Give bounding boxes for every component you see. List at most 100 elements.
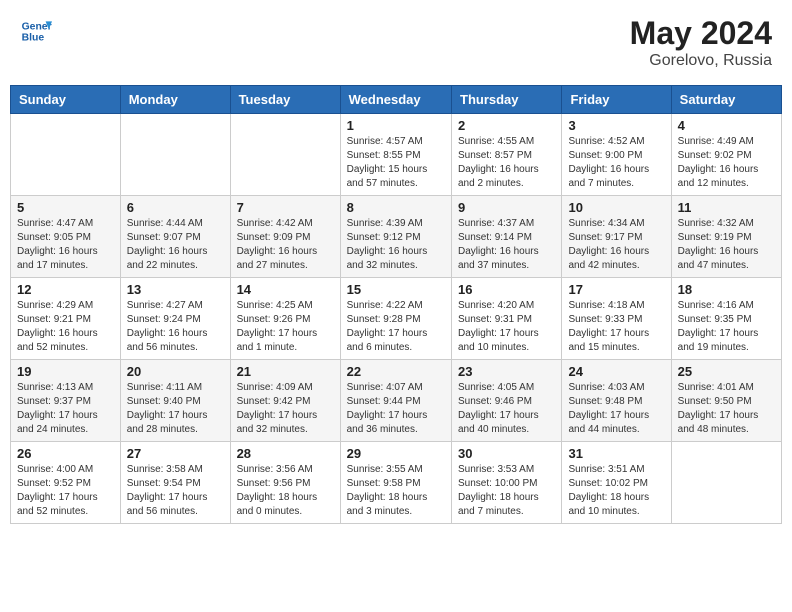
- calendar-day-cell: 12 Sunrise: 4:29 AM Sunset: 9:21 PM Dayli…: [11, 278, 121, 360]
- day-info: Sunrise: 3:51 AM Sunset: 10:02 PM Daylig…: [568, 463, 664, 519]
- calendar-day-cell: 20Sunrise: 4:11 AM Sunset: 9:40 PM Dayli…: [120, 360, 230, 442]
- calendar-day-cell: 4 Sunrise: 4:49 AM Sunset: 9:02 PM Daylig…: [671, 114, 781, 196]
- day-of-week-header: Saturday: [671, 86, 781, 114]
- calendar-day-cell: 31 Sunrise: 3:51 AM Sunset: 10:02 PM Dayl…: [562, 442, 671, 524]
- calendar-day-cell: 7Sunrise: 4:42 AM Sunset: 9:09 PM Daylig…: [230, 196, 340, 278]
- location-subtitle: Gorelovo, Russia: [630, 52, 772, 70]
- day-number: 14: [237, 282, 334, 297]
- day-number: 30: [458, 446, 555, 461]
- day-number: 26: [17, 446, 114, 461]
- logo-icon: General Blue: [20, 15, 52, 47]
- day-info: Sunrise: 4:47 AM Sunset: 9:05 PM Dayligh…: [17, 217, 114, 273]
- day-number: 18: [678, 282, 775, 297]
- calendar-day-cell: 21 Sunrise: 4:09 AM Sunset: 9:42 PM Dayli…: [230, 360, 340, 442]
- day-number: 16: [458, 282, 555, 297]
- calendar-day-cell: 29Sunrise: 3:55 AM Sunset: 9:58 PM Dayli…: [340, 442, 451, 524]
- day-info: Sunrise: 4:20 AM Sunset: 9:31 PM Dayligh…: [458, 299, 555, 355]
- day-of-week-header: Thursday: [452, 86, 562, 114]
- day-info: Sunrise: 4:01 AM Sunset: 9:50 PM Dayligh…: [678, 381, 775, 437]
- calendar-day-cell: 9 Sunrise: 4:37 AM Sunset: 9:14 PM Daylig…: [452, 196, 562, 278]
- day-info: Sunrise: 3:56 AM Sunset: 9:56 PM Dayligh…: [237, 463, 334, 519]
- logo: General Blue: [20, 15, 52, 47]
- day-number: 2: [458, 118, 555, 133]
- calendar-day-cell: 26 Sunrise: 4:00 AM Sunset: 9:52 PM Dayli…: [11, 442, 121, 524]
- day-info: Sunrise: 3:55 AM Sunset: 9:58 PM Dayligh…: [347, 463, 445, 519]
- day-info: Sunrise: 4:32 AM Sunset: 9:19 PM Dayligh…: [678, 217, 775, 273]
- day-info: Sunrise: 3:58 AM Sunset: 9:54 PM Dayligh…: [127, 463, 224, 519]
- day-info: Sunrise: 4:13 AM Sunset: 9:37 PM Dayligh…: [17, 381, 114, 437]
- day-info: Sunrise: 4:18 AM Sunset: 9:33 PM Dayligh…: [568, 299, 664, 355]
- page-header: General Blue May 2024 Gorelovo, Russia: [10, 10, 782, 75]
- day-info: Sunrise: 3:53 AM Sunset: 10:00 PM Daylig…: [458, 463, 555, 519]
- calendar-week-row: 19 Sunrise: 4:13 AM Sunset: 9:37 PM Dayli…: [11, 360, 782, 442]
- day-info: Sunrise: 4:29 AM Sunset: 9:21 PM Dayligh…: [17, 299, 114, 355]
- day-info: Sunrise: 4:27 AM Sunset: 9:24 PM Dayligh…: [127, 299, 224, 355]
- day-info: Sunrise: 4:16 AM Sunset: 9:35 PM Dayligh…: [678, 299, 775, 355]
- day-number: 10: [568, 200, 664, 215]
- calendar-day-cell: 10 Sunrise: 4:34 AM Sunset: 9:17 PM Dayli…: [562, 196, 671, 278]
- calendar-week-row: 26 Sunrise: 4:00 AM Sunset: 9:52 PM Dayli…: [11, 442, 782, 524]
- day-info: Sunrise: 4:09 AM Sunset: 9:42 PM Dayligh…: [237, 381, 334, 437]
- calendar-day-cell: 24 Sunrise: 4:03 AM Sunset: 9:48 PM Dayli…: [562, 360, 671, 442]
- calendar-week-row: 1Sunrise: 4:57 AM Sunset: 8:55 PM Daylig…: [11, 114, 782, 196]
- calendar-day-cell: 27 Sunrise: 3:58 AM Sunset: 9:54 PM Dayli…: [120, 442, 230, 524]
- calendar-day-cell: 8 Sunrise: 4:39 AM Sunset: 9:12 PM Daylig…: [340, 196, 451, 278]
- day-info: Sunrise: 4:37 AM Sunset: 9:14 PM Dayligh…: [458, 217, 555, 273]
- day-of-week-header: Sunday: [11, 86, 121, 114]
- day-number: 4: [678, 118, 775, 133]
- calendar-table: SundayMondayTuesdayWednesdayThursdayFrid…: [10, 85, 782, 524]
- calendar-day-cell: 11 Sunrise: 4:32 AM Sunset: 9:19 PM Dayli…: [671, 196, 781, 278]
- day-info: Sunrise: 4:44 AM Sunset: 9:07 PM Dayligh…: [127, 217, 224, 273]
- calendar-day-cell: 3Sunrise: 4:52 AM Sunset: 9:00 PM Daylig…: [562, 114, 671, 196]
- month-year-title: May 2024: [630, 15, 772, 52]
- day-number: 6: [127, 200, 224, 215]
- calendar-day-cell: 30 Sunrise: 3:53 AM Sunset: 10:00 PM Dayl…: [452, 442, 562, 524]
- day-info: Sunrise: 4:00 AM Sunset: 9:52 PM Dayligh…: [17, 463, 114, 519]
- day-number: 9: [458, 200, 555, 215]
- calendar-day-cell: 19 Sunrise: 4:13 AM Sunset: 9:37 PM Dayli…: [11, 360, 121, 442]
- day-number: 7: [237, 200, 334, 215]
- day-number: 17: [568, 282, 664, 297]
- day-number: 11: [678, 200, 775, 215]
- day-info: Sunrise: 4:52 AM Sunset: 9:00 PM Dayligh…: [568, 135, 664, 191]
- day-info: Sunrise: 4:57 AM Sunset: 8:55 PM Dayligh…: [347, 135, 445, 191]
- calendar-day-cell: 16 Sunrise: 4:20 AM Sunset: 9:31 PM Dayli…: [452, 278, 562, 360]
- title-area: May 2024 Gorelovo, Russia: [630, 15, 772, 70]
- svg-text:Blue: Blue: [22, 33, 45, 44]
- day-info: Sunrise: 4:03 AM Sunset: 9:48 PM Dayligh…: [568, 381, 664, 437]
- day-info: Sunrise: 4:07 AM Sunset: 9:44 PM Dayligh…: [347, 381, 445, 437]
- day-number: 19: [17, 364, 114, 379]
- day-number: 8: [347, 200, 445, 215]
- day-number: 21: [237, 364, 334, 379]
- day-number: 12: [17, 282, 114, 297]
- day-number: 23: [458, 364, 555, 379]
- day-of-week-header: Wednesday: [340, 86, 451, 114]
- day-number: 22: [347, 364, 445, 379]
- day-number: 20: [127, 364, 224, 379]
- day-info: Sunrise: 4:39 AM Sunset: 9:12 PM Dayligh…: [347, 217, 445, 273]
- calendar-day-cell: 25Sunrise: 4:01 AM Sunset: 9:50 PM Dayli…: [671, 360, 781, 442]
- calendar-day-cell: 6 Sunrise: 4:44 AM Sunset: 9:07 PM Daylig…: [120, 196, 230, 278]
- calendar-day-cell: 14 Sunrise: 4:25 AM Sunset: 9:26 PM Dayli…: [230, 278, 340, 360]
- day-of-week-header: Monday: [120, 86, 230, 114]
- calendar-header-row: SundayMondayTuesdayWednesdayThursdayFrid…: [11, 86, 782, 114]
- day-number: 24: [568, 364, 664, 379]
- day-number: 27: [127, 446, 224, 461]
- calendar-week-row: 12 Sunrise: 4:29 AM Sunset: 9:21 PM Dayli…: [11, 278, 782, 360]
- calendar-day-cell: 2 Sunrise: 4:55 AM Sunset: 8:57 PM Daylig…: [452, 114, 562, 196]
- day-number: 13: [127, 282, 224, 297]
- calendar-day-cell: 22 Sunrise: 4:07 AM Sunset: 9:44 PM Dayli…: [340, 360, 451, 442]
- calendar-day-cell: [11, 114, 121, 196]
- calendar-day-cell: 13 Sunrise: 4:27 AM Sunset: 9:24 PM Dayli…: [120, 278, 230, 360]
- calendar-week-row: 5 Sunrise: 4:47 AM Sunset: 9:05 PM Daylig…: [11, 196, 782, 278]
- day-info: Sunrise: 4:25 AM Sunset: 9:26 PM Dayligh…: [237, 299, 334, 355]
- day-info: Sunrise: 4:49 AM Sunset: 9:02 PM Dayligh…: [678, 135, 775, 191]
- day-of-week-header: Friday: [562, 86, 671, 114]
- day-info: Sunrise: 4:34 AM Sunset: 9:17 PM Dayligh…: [568, 217, 664, 273]
- day-number: 5: [17, 200, 114, 215]
- day-number: 31: [568, 446, 664, 461]
- calendar-day-cell: 17 Sunrise: 4:18 AM Sunset: 9:33 PM Dayli…: [562, 278, 671, 360]
- day-number: 28: [237, 446, 334, 461]
- calendar-day-cell: [120, 114, 230, 196]
- day-info: Sunrise: 4:55 AM Sunset: 8:57 PM Dayligh…: [458, 135, 555, 191]
